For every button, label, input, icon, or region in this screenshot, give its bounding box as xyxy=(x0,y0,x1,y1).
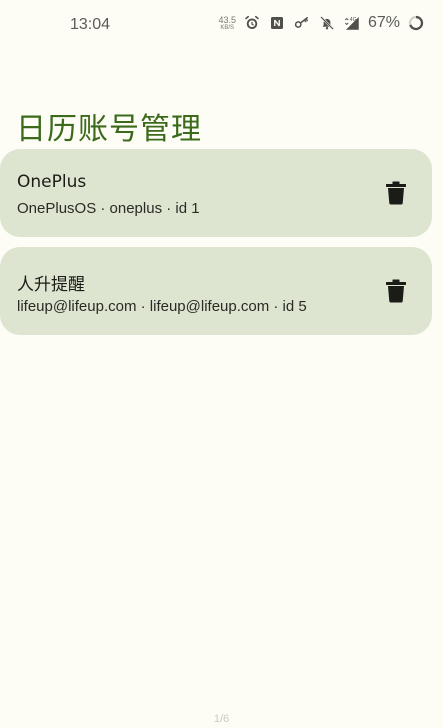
account-detail: lifeup@lifeup.com · lifeup@lifeup.com · … xyxy=(17,298,307,315)
delete-account-button[interactable] xyxy=(382,179,410,207)
alarm-icon xyxy=(243,14,261,32)
status-bar: 13:04 43.5 KB/S 4G 67% xyxy=(0,0,443,52)
battery-percent: 67% xyxy=(367,14,400,31)
page-indicator: 1/6 xyxy=(213,713,230,725)
account-card[interactable]: 人升提醒 lifeup@lifeup.com · lifeup@lifeup.c… xyxy=(0,247,432,335)
bell-off-icon xyxy=(318,14,336,32)
trash-icon xyxy=(386,279,406,303)
signal-4g-icon: 4G xyxy=(343,14,361,32)
svg-text:4G: 4G xyxy=(350,17,357,23)
network-speed-value: 43.5 xyxy=(218,14,236,25)
account-list: OnePlus OnePlusOS · oneplus · id 1 人升提醒 … xyxy=(0,149,432,345)
battery-ring-icon xyxy=(407,14,425,32)
account-name: 人升提醒 xyxy=(17,275,85,295)
vpn-key-icon xyxy=(293,14,311,32)
account-card[interactable]: OnePlus OnePlusOS · oneplus · id 1 xyxy=(0,149,432,237)
delete-account-button[interactable] xyxy=(382,277,410,305)
trash-icon xyxy=(386,181,406,205)
status-icons: 43.5 KB/S 4G 67% xyxy=(218,14,425,32)
account-name: OnePlus xyxy=(17,172,87,192)
nfc-icon xyxy=(268,14,286,32)
network-speed: 43.5 KB/S xyxy=(218,14,236,31)
status-time: 13:04 xyxy=(70,16,111,33)
account-detail: OnePlusOS · oneplus · id 1 xyxy=(17,200,200,217)
page-title: 日历账号管理 xyxy=(16,112,202,148)
network-speed-unit: KB/S xyxy=(220,24,235,31)
